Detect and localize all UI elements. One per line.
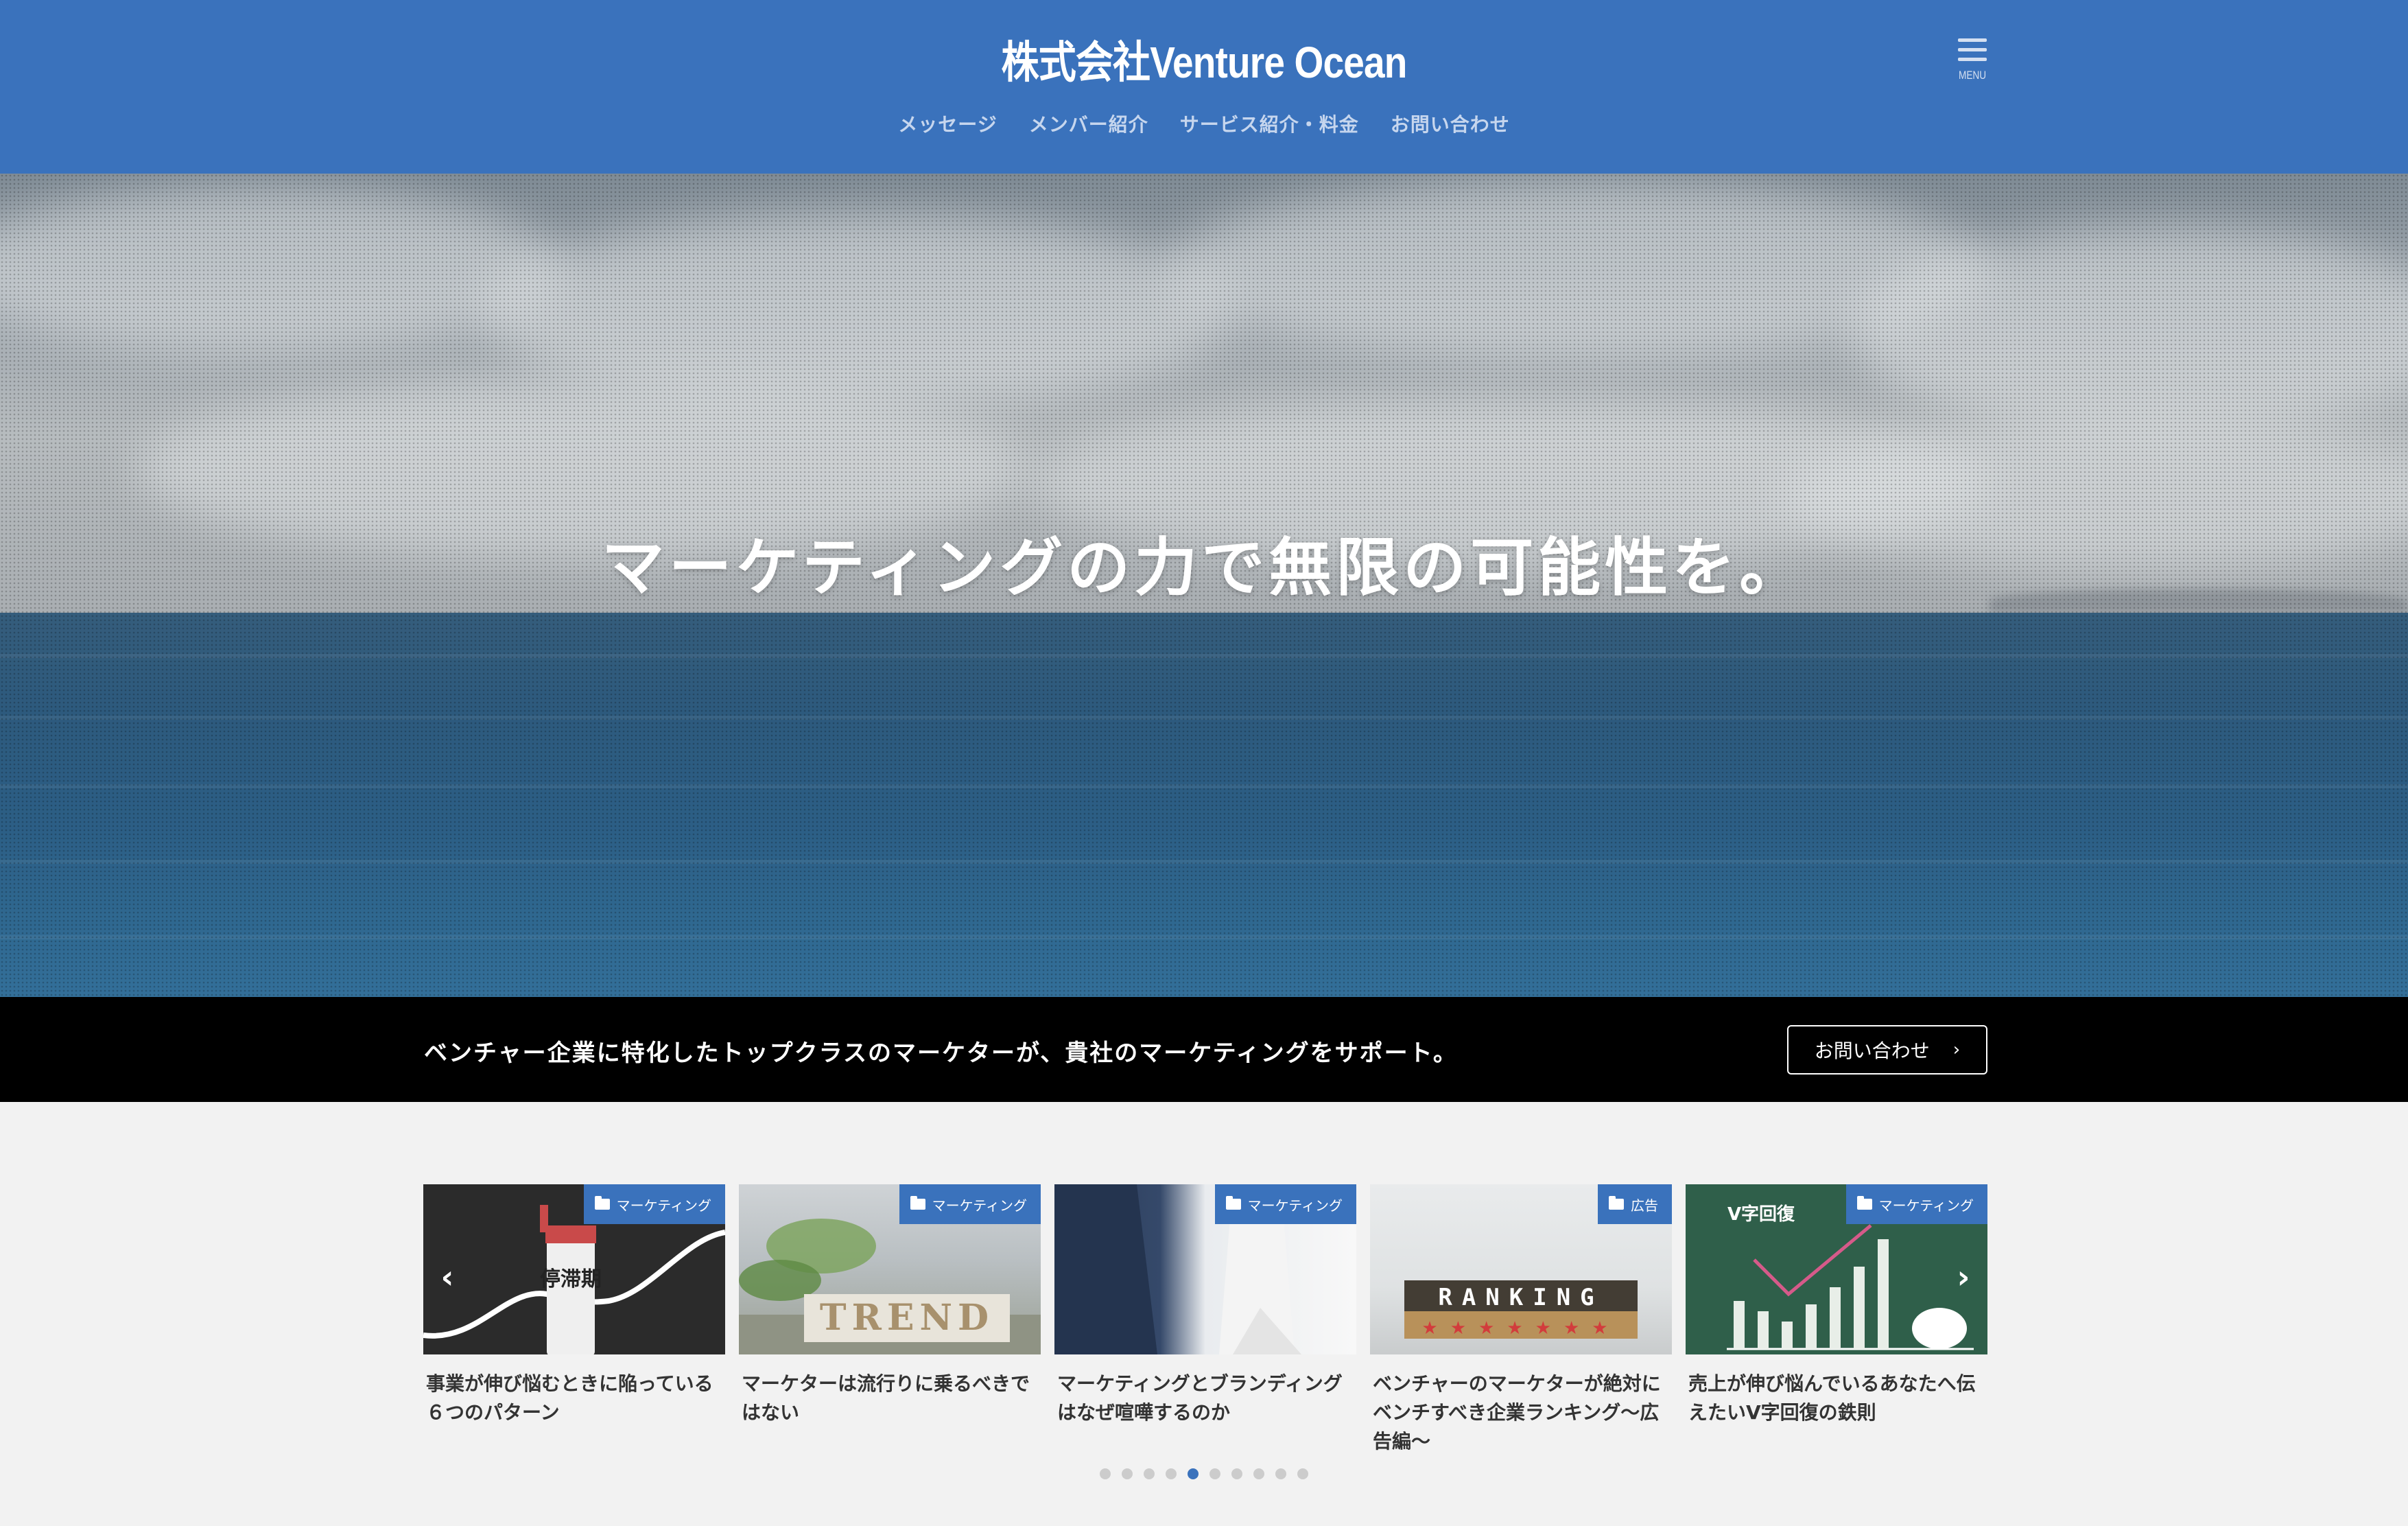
contact-button[interactable]: お問い合わせ ›: [1787, 1025, 1987, 1075]
folder-icon: [1609, 1196, 1624, 1210]
chevron-right-icon: ›: [1952, 1040, 1961, 1060]
category-badge[interactable]: マーケティング: [1845, 1184, 1987, 1224]
svg-text:★★★★★★★: ★★★★★★★: [1421, 1318, 1620, 1339]
site-title[interactable]: 株式会社Venture Ocean: [169, 27, 2240, 91]
trend-text: TREND: [820, 1297, 994, 1339]
menu-label: MENU: [1958, 69, 1987, 82]
slider-pagination: [1100, 1468, 1308, 1479]
post-thumbnail[interactable]: TREND マーケティング: [739, 1184, 1041, 1354]
post-card[interactable]: RANKING ★★★★★★★ 広告 ベンチャーのマーケターが絶対にベンチすべき…: [1370, 1184, 1672, 1456]
pagination-dot[interactable]: [1166, 1468, 1177, 1479]
post-title[interactable]: マーケティングとブランディングはなぜ喧嘩するのか: [1054, 1370, 1356, 1427]
post-thumbnail[interactable]: マーケティング: [1054, 1184, 1356, 1354]
pagination-dot[interactable]: [1297, 1468, 1308, 1479]
category-badge[interactable]: マーケティング: [583, 1184, 725, 1224]
post-card[interactable]: マーケティング マーケティングとブランディングはなぜ喧嘩するのか: [1054, 1184, 1356, 1427]
nav-item-services[interactable]: サービス紹介・料金: [1180, 110, 1359, 137]
category-badge[interactable]: マーケティング: [899, 1184, 1041, 1224]
hamburger-icon: [1958, 38, 1987, 42]
site-header: 株式会社Venture Ocean メッセージ メンバー紹介 サービス紹介・料金…: [0, 0, 2408, 174]
pagination-dot[interactable]: [1122, 1468, 1133, 1479]
chevron-left-icon[interactable]: ‹: [430, 1258, 464, 1295]
post-card[interactable]: 停滞期 マーケティング 事業が伸び悩むときに陥っている６つのパターン: [423, 1184, 725, 1427]
post-thumbnail[interactable]: RANKING ★★★★★★★ 広告: [1370, 1184, 1672, 1354]
post-title[interactable]: ベンチャーのマーケターが絶対にベンチすべき企業ランキング〜広告編〜: [1370, 1370, 1672, 1456]
post-thumbnail[interactable]: V字回復 マーケティング: [1686, 1184, 1987, 1354]
hero-image: マーケティングの力で無限の可能性を。: [0, 174, 2408, 997]
cta-bar: ベンチャー企業に特化したトップクラスのマーケターが、貴社のマーケティングをサポー…: [0, 997, 2408, 1102]
post-title[interactable]: 事業が伸び悩むときに陥っている６つのパターン: [423, 1370, 725, 1427]
folder-icon: [1856, 1196, 1872, 1210]
pagination-dot[interactable]: [1188, 1468, 1199, 1479]
stagnation-text: 停滞期: [540, 1267, 602, 1291]
folder-icon: [594, 1196, 610, 1210]
chevron-right-icon[interactable]: ›: [1946, 1258, 1981, 1295]
pagination-dot[interactable]: [1231, 1468, 1242, 1479]
post-title[interactable]: マーケターは流行りに乗るべきではない: [739, 1370, 1041, 1427]
post-card[interactable]: TREND マーケティング マーケターは流行りに乗るべきではない: [739, 1184, 1041, 1427]
nav-item-members[interactable]: メンバー紹介: [1029, 110, 1148, 137]
post-card[interactable]: V字回復 マーケティング 売上が伸び悩んでいるあなたへ伝えたいV字回復の鉄則: [1686, 1184, 1987, 1427]
pagination-dot[interactable]: [1100, 1468, 1111, 1479]
nav-item-contact[interactable]: お問い合わせ: [1391, 110, 1510, 137]
folder-icon: [1225, 1196, 1241, 1210]
post-title[interactable]: 売上が伸び悩んでいるあなたへ伝えたいV字回復の鉄則: [1686, 1370, 1987, 1427]
ranking-text: RANKING: [1438, 1284, 1603, 1311]
category-badge[interactable]: 広告: [1598, 1184, 1672, 1224]
category-badge[interactable]: マーケティング: [1214, 1184, 1356, 1224]
cta-text: ベンチャー企業に特化したトップクラスのマーケターが、貴社のマーケティングをサポー…: [424, 1040, 1458, 1067]
pagination-dot[interactable]: [1144, 1468, 1155, 1479]
pagination-dot[interactable]: [1253, 1468, 1264, 1479]
pagination-dot[interactable]: [1209, 1468, 1220, 1479]
v-recovery-text: V字回復: [1727, 1204, 1795, 1225]
post-slider: ‹ › 停滞期 マーケティング 事業が伸び悩むときに陥っている６つのパターン T…: [423, 1184, 1987, 1472]
menu-button[interactable]: MENU: [1948, 38, 1996, 93]
post-thumbnail[interactable]: 停滞期 マーケティング: [423, 1184, 725, 1354]
contact-button-label: お問い合わせ: [1814, 1040, 1930, 1062]
folder-icon: [910, 1196, 925, 1210]
nav-item-message[interactable]: メッセージ: [898, 110, 997, 137]
global-nav: メッセージ メンバー紹介 サービス紹介・料金 お問い合わせ: [0, 110, 2408, 137]
hero-headline: マーケティングの力で無限の可能性を。: [601, 531, 1807, 604]
pagination-dot[interactable]: [1275, 1468, 1286, 1479]
